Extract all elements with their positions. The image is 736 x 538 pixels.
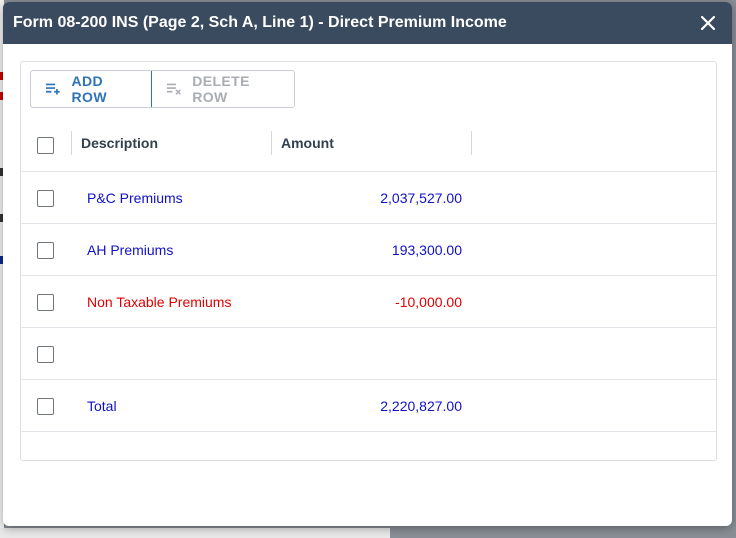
description-cell[interactable]: P&C Premiums — [87, 190, 183, 206]
add-row-button[interactable]: ADD ROW — [31, 71, 152, 107]
row-checkbox[interactable] — [37, 346, 54, 363]
direct-premium-income-dialog: Form 08-200 INS (Page 2, Sch A, Line 1) … — [3, 2, 732, 526]
amount-cell[interactable]: 193,300.00 — [392, 242, 462, 258]
grid-toolbar: ADD ROW DELETE ROW — [30, 70, 295, 108]
select-all-checkbox[interactable] — [37, 137, 54, 154]
add-row-label: ADD ROW — [71, 73, 107, 105]
premium-grid: Description Amount P&C Premiums 2,037,52… — [21, 119, 716, 432]
table-row-total[interactable]: Total 2,220,827.00 — [21, 380, 716, 432]
column-divider — [71, 131, 72, 155]
description-cell[interactable]: AH Premiums — [87, 242, 173, 258]
table-row[interactable] — [21, 328, 716, 380]
add-row-icon — [45, 83, 60, 95]
description-cell[interactable]: Non Taxable Premiums — [87, 294, 231, 310]
row-checkbox[interactable] — [37, 242, 54, 259]
amount-cell[interactable]: 2,220,827.00 — [380, 398, 462, 414]
column-header-description: Description — [81, 135, 159, 151]
column-divider — [471, 131, 472, 155]
amount-cell[interactable]: -10,000.00 — [395, 294, 462, 310]
table-row[interactable]: Non Taxable Premiums -10,000.00 — [21, 276, 716, 328]
delete-row-button[interactable]: DELETE ROW — [152, 71, 294, 107]
column-header-amount: Amount — [281, 135, 334, 151]
delete-row-icon — [166, 83, 181, 95]
table-row[interactable]: P&C Premiums 2,037,527.00 — [21, 172, 716, 224]
row-checkbox[interactable] — [37, 398, 54, 415]
dialog-title: Form 08-200 INS (Page 2, Sch A, Line 1) … — [13, 14, 507, 31]
table-row[interactable]: AH Premiums 193,300.00 — [21, 224, 716, 276]
row-checkbox[interactable] — [37, 294, 54, 311]
grid-header: Description Amount — [21, 119, 716, 172]
close-icon[interactable] — [698, 13, 718, 33]
grid-panel: ADD ROW DELETE ROW Description Amount P&… — [20, 61, 717, 461]
dialog-titlebar: Form 08-200 INS (Page 2, Sch A, Line 1) … — [3, 2, 732, 44]
amount-cell[interactable]: 2,037,527.00 — [380, 190, 462, 206]
background-page-bottom — [0, 528, 390, 538]
description-cell[interactable]: Total — [87, 398, 117, 414]
row-checkbox[interactable] — [37, 190, 54, 207]
delete-row-label: DELETE ROW — [192, 73, 250, 105]
column-divider — [271, 131, 272, 155]
